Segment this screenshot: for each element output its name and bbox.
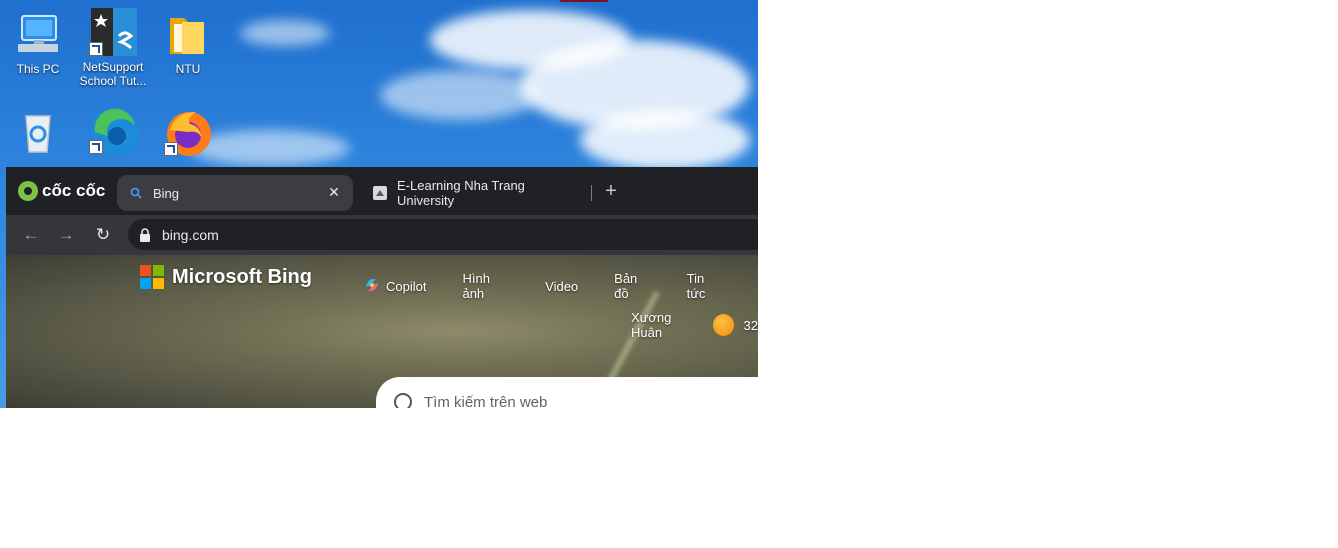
cloud <box>240 20 330 46</box>
desktop-icon-firefox[interactable] <box>153 108 223 160</box>
navigation-toolbar: ← → ↻ bing.com <box>6 215 758 255</box>
search-box[interactable]: Tìm kiếm trên web <box>376 377 758 408</box>
nav-copilot[interactable]: Copilot <box>364 277 426 296</box>
bing-logo-text: Microsoft Bing <box>172 265 312 288</box>
netsupport-icon <box>89 8 137 56</box>
copilot-icon <box>364 277 380 296</box>
desktop-icon-ntu[interactable]: NTU <box>153 10 223 76</box>
desktop-icon-label: NetSupport School Tut... <box>79 60 147 88</box>
nav-images[interactable]: Hình ảnh <box>462 271 509 301</box>
tab-label: Bing <box>153 185 180 201</box>
tab-bing[interactable]: Bing ✕ <box>117 175 353 211</box>
firefox-icon <box>164 108 212 156</box>
nav-maps[interactable]: Bản đồ <box>614 271 650 301</box>
edge-icon <box>89 106 139 156</box>
address-text: bing.com <box>162 226 219 243</box>
user-name: Xương Huân <box>631 310 672 340</box>
nav-label: Copilot <box>386 278 427 294</box>
search-icon <box>394 393 412 408</box>
forward-button[interactable]: → <box>56 225 76 245</box>
nav-label: Tin tức <box>686 271 706 301</box>
nav-label: Video <box>545 278 579 294</box>
tab-label: E-Learning Nha Trang University <box>397 178 525 208</box>
desktop: This PC NetSupport School Tut... NTU cốc… <box>0 0 758 408</box>
rewards-points: 32 <box>743 317 758 333</box>
bing-nav: Copilot Hình ảnh Video Bản đồ Tin tức <box>364 271 758 301</box>
bing-logo[interactable]: Microsoft Bing <box>140 265 312 289</box>
elearning-favicon-icon <box>373 186 387 200</box>
recycle-bin-icon <box>14 108 62 156</box>
back-button[interactable]: ← <box>21 225 41 245</box>
nav-label: Bản đồ <box>614 271 638 301</box>
shortcut-arrow-icon <box>89 140 103 154</box>
desktop-icon-netsupport[interactable]: NetSupport School Tut... <box>78 8 148 88</box>
coccoc-logo-icon <box>18 181 38 201</box>
desktop-icon-recycle-bin[interactable] <box>3 108 73 160</box>
desktop-icon-edge[interactable] <box>78 106 148 158</box>
desktop-icon-label: NTU <box>175 62 201 76</box>
desktop-icon-this-pc[interactable]: This PC <box>3 10 73 76</box>
browser-window: cốc cốc Bing ✕ E-Learning Nha Trang Univ… <box>6 167 758 408</box>
shortcut-arrow-icon <box>164 142 178 156</box>
user-account[interactable]: Xương Huân 32 <box>631 310 758 340</box>
close-tab-icon[interactable]: ✕ <box>327 185 341 199</box>
nav-news[interactable]: Tin tức <box>687 271 722 301</box>
tab-strip: cốc cốc Bing ✕ E-Learning Nha Trang Univ… <box>6 167 758 215</box>
reload-button[interactable]: ↻ <box>93 225 113 245</box>
lock-icon <box>138 227 152 242</box>
desktop-icon-label: This PC <box>16 62 60 76</box>
search-icon <box>129 186 143 200</box>
bing-page: Microsoft Bing Copilot Hình ảnh Video Bả… <box>6 255 758 408</box>
rewards-coin-icon <box>712 314 734 336</box>
cloud <box>580 110 750 170</box>
nav-label: Hình ảnh <box>462 271 490 301</box>
cloud <box>380 70 540 120</box>
search-placeholder: Tìm kiếm trên web <box>424 394 548 408</box>
coccoc-logo[interactable]: cốc cốc <box>18 181 105 201</box>
coccoc-brand-text: cốc cốc <box>42 181 106 200</box>
folder-icon <box>164 10 212 58</box>
nav-video[interactable]: Video <box>545 279 578 294</box>
microsoft-logo-icon <box>140 265 164 289</box>
tab-elearning[interactable]: E-Learning Nha Trang University <box>361 175 585 211</box>
computer-icon <box>14 10 62 58</box>
new-tab-button[interactable]: + <box>602 181 620 201</box>
tab-separator <box>591 185 592 201</box>
desktop-top-band <box>560 0 608 2</box>
shortcut-arrow-icon <box>89 42 103 56</box>
address-bar[interactable]: bing.com <box>128 219 758 250</box>
